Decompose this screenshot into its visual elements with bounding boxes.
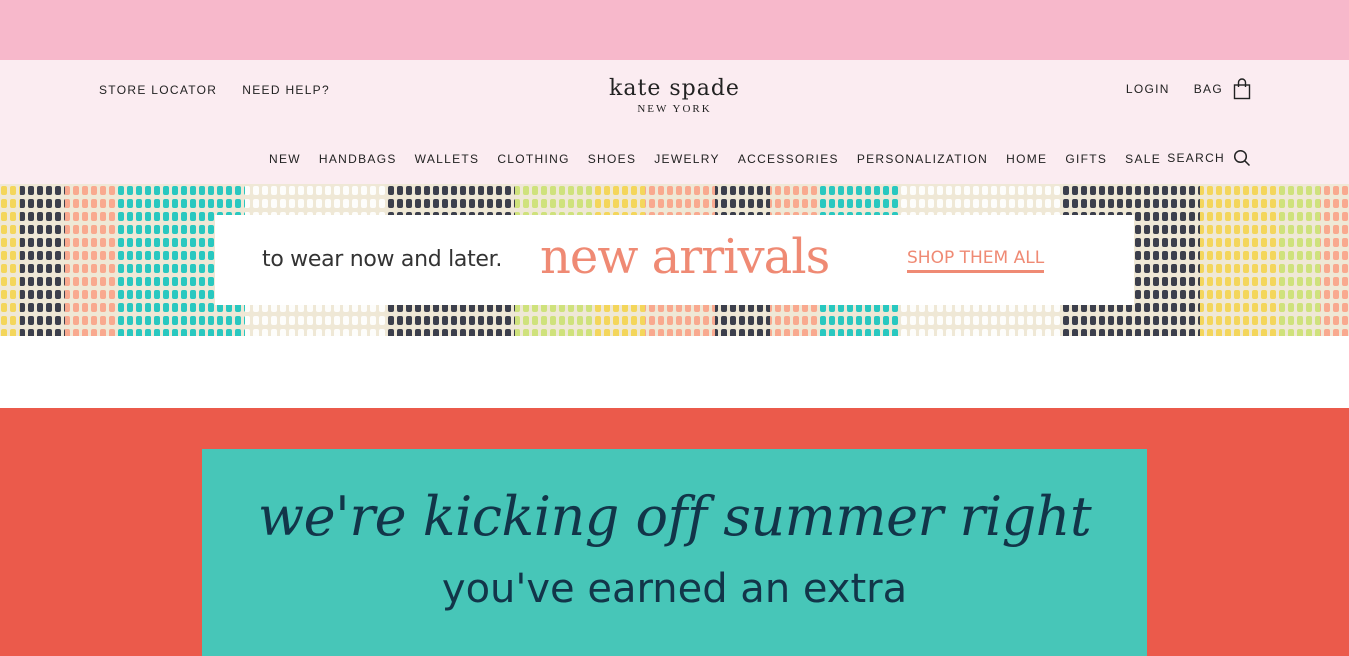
nav-item-clothing[interactable]: CLOTHING: [497, 152, 569, 166]
logo-subtitle: NEW YORK: [637, 103, 712, 115]
nav-item-home[interactable]: HOME: [1006, 152, 1047, 166]
bag-button[interactable]: BAG: [1194, 78, 1251, 100]
shopping-bag-icon: [1233, 78, 1251, 100]
nav-item-personalization[interactable]: PERSONALIZATION: [857, 152, 988, 166]
banner-tagline: to wear now and later.: [262, 247, 503, 272]
utility-links-right: LOGIN BAG: [1126, 78, 1251, 100]
nav-item-jewelry[interactable]: JEWELRY: [654, 152, 720, 166]
banner-message-box: to wear now and later. new arrivals SHOP…: [215, 215, 1134, 305]
site-header: STORE LOCATOR NEED HELP? kate spade NEW …: [0, 60, 1349, 184]
login-link[interactable]: LOGIN: [1126, 82, 1170, 96]
nav-item-wallets[interactable]: WALLETS: [415, 152, 480, 166]
nav-item-sale[interactable]: SALE: [1125, 152, 1161, 166]
promo-subheading: you've earned an extra: [441, 566, 908, 612]
nav-item-shoes[interactable]: SHOES: [588, 152, 637, 166]
nav-item-new[interactable]: NEW: [269, 152, 301, 166]
promo-heading: we're kicking off summer right: [257, 485, 1092, 548]
bag-label: BAG: [1193, 82, 1223, 96]
top-promo-strip: [0, 0, 1349, 60]
banner-headline: new arrivals: [540, 229, 830, 285]
main-navigation: NEW HANDBAGS WALLETS CLOTHING SHOES JEWE…: [269, 152, 1161, 166]
search-button[interactable]: SEARCH: [1167, 149, 1251, 167]
nav-item-handbags[interactable]: HANDBAGS: [319, 152, 397, 166]
search-icon: [1233, 149, 1251, 167]
new-arrivals-banner[interactable]: to wear now and later. new arrivals SHOP…: [0, 184, 1349, 336]
nav-item-gifts[interactable]: GIFTS: [1065, 152, 1107, 166]
promo-card[interactable]: we're kicking off summer right you've ea…: [202, 449, 1147, 656]
search-label: SEARCH: [1167, 151, 1225, 165]
shop-them-all-link[interactable]: SHOP THEM ALL: [907, 248, 1045, 273]
nav-item-accessories[interactable]: ACCESSORIES: [738, 152, 839, 166]
summer-promo-section: we're kicking off summer right you've ea…: [0, 408, 1349, 656]
